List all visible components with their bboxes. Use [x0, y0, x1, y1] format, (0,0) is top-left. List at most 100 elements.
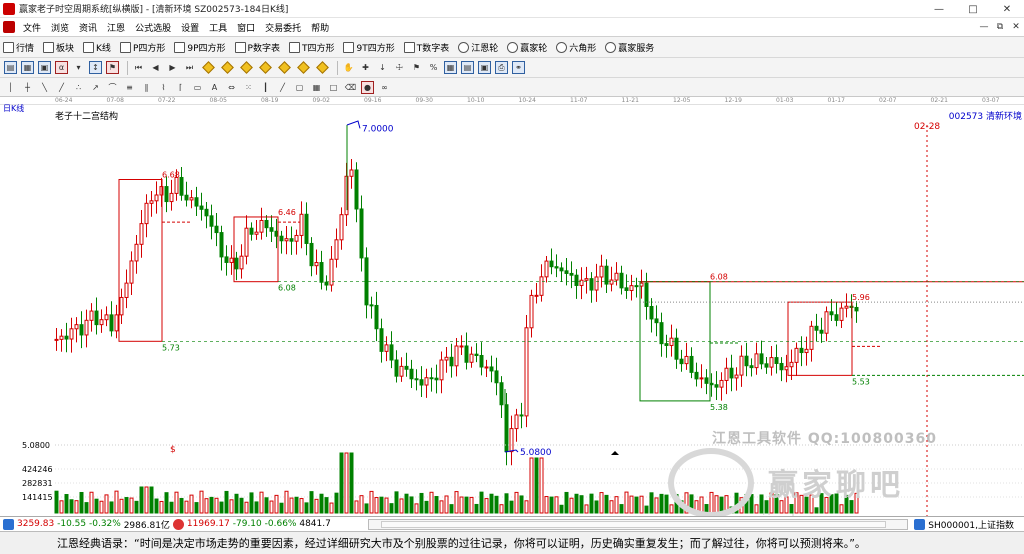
diamond-icon-1[interactable] [202, 61, 215, 74]
tool-kline[interactable]: K线 [80, 41, 111, 54]
menu-window[interactable]: 窗口 [232, 21, 260, 34]
mdi-close-button[interactable]: ✕ [1008, 20, 1024, 34]
tool-9p-square[interactable]: 9P四方形 [171, 41, 226, 54]
layout-icon[interactable]: ▤ [4, 61, 17, 74]
color-icon[interactable]: ● [361, 80, 374, 94]
first-icon[interactable]: ⏮ [132, 61, 145, 74]
tool-p-square[interactable]: P四方形 [117, 41, 165, 54]
diamond-icon-2[interactable] [221, 61, 234, 74]
menu-trade[interactable]: 交易委托 [260, 21, 306, 34]
volume-bar [544, 496, 549, 514]
mdi-restore-button[interactable]: ⧉ [992, 20, 1008, 34]
square-tool-icon[interactable]: □ [327, 81, 340, 94]
table-icon[interactable]: ▤ [461, 61, 474, 74]
tool-p-table[interactable]: P数字表 [232, 41, 280, 54]
sh-index-item[interactable]: 3259.83 -10.55 -0.32% 2986.81亿 [3, 518, 170, 531]
date-tick: 03-07 [982, 97, 1000, 104]
date-tick: 12-05 [673, 97, 691, 104]
box-icon[interactable]: ▭ [191, 81, 204, 94]
volume-bar [489, 493, 494, 514]
screen-icon[interactable]: ▣ [38, 61, 51, 74]
period-icon[interactable]: ┃ [259, 81, 272, 94]
parallel-icon[interactable]: ∥ [140, 81, 153, 94]
index-selector[interactable]: SH000001,上证指数 [914, 518, 1014, 531]
horizontal-scrollbar[interactable] [368, 519, 908, 530]
channel-icon[interactable]: ╲ [38, 81, 51, 94]
sz-index-item[interactable]: 11969.17 -79.10 -0.66% 4841.7 [172, 518, 331, 530]
tool-t-square[interactable]: T四方形 [286, 41, 334, 54]
close-button[interactable]: ✕ [990, 0, 1024, 18]
gann-box-icon[interactable]: ▢ [293, 81, 306, 94]
fan-icon[interactable]: ∴ [72, 81, 85, 94]
diamond-icon-5[interactable] [278, 61, 291, 74]
kline-style-icon[interactable]: ↕ [89, 61, 102, 74]
menu-info[interactable]: 资讯 [74, 21, 102, 34]
arc-icon[interactable]: ⌒ [106, 81, 119, 94]
flag-icon[interactable]: ⚑ [106, 61, 119, 74]
kline-chart[interactable]: 7.0000 5.0800 6.68 5.73 6.46 6.08 6.08 5.38 5.96… [0, 105, 1024, 516]
sz-index-value: 11969.17 [186, 519, 230, 529]
down-arrow-icon[interactable]: ↓ [376, 61, 389, 74]
volume-bar [314, 498, 319, 514]
volume-bar [604, 494, 609, 514]
menu-file[interactable]: 文件 [18, 21, 46, 34]
link-icon[interactable]: ⚭ [512, 61, 525, 74]
volume-bar [354, 500, 359, 514]
pin-icon[interactable]: ☩ [393, 61, 406, 74]
diamond-icon-4[interactable] [259, 61, 272, 74]
tool-gann-wheel[interactable]: 江恩轮 [455, 41, 498, 54]
next-icon[interactable]: ▶ [166, 61, 179, 74]
candle-body [54, 338, 59, 341]
hand-icon[interactable]: ✋ [342, 61, 355, 74]
diamond-icon-3[interactable] [240, 61, 253, 74]
menu-formula[interactable]: 公式选股 [130, 21, 176, 34]
volume-bar [289, 497, 294, 514]
zigzag-icon[interactable]: ⌇ [157, 81, 170, 94]
tag-icon[interactable]: ⚑ [410, 61, 423, 74]
save-icon[interactable]: ▣ [478, 61, 491, 74]
pattern-icon[interactable]: ▦ [21, 61, 34, 74]
ray-icon[interactable]: ↗ [89, 81, 102, 94]
calc-icon[interactable]: ▦ [444, 61, 457, 74]
crosshair-icon[interactable]: ✚ [359, 61, 372, 74]
menu-settings[interactable]: 设置 [176, 21, 204, 34]
dotted-icon[interactable]: ⁙ [242, 81, 255, 94]
menu-tools[interactable]: 工具 [204, 21, 232, 34]
menu-gann[interactable]: 江恩 [102, 21, 130, 34]
print-icon[interactable]: ⎙ [495, 61, 508, 74]
eraser-icon[interactable]: ⌫ [344, 81, 357, 94]
measure-icon[interactable]: ⇔ [225, 81, 238, 94]
tool-winner-wheel[interactable]: 赢家轮 [504, 41, 547, 54]
indicator-icon[interactable]: α [55, 61, 68, 74]
percent-icon[interactable]: % [427, 61, 440, 74]
tool-sector[interactable]: 板块 [40, 41, 74, 54]
last-icon[interactable]: ⏭ [183, 61, 196, 74]
mdi-minimize-button[interactable]: — [976, 20, 992, 34]
scrollbar-thumb[interactable] [381, 521, 886, 528]
prev-icon[interactable]: ◀ [149, 61, 162, 74]
fib-icon[interactable]: ≡ [123, 81, 136, 94]
minimize-button[interactable]: — [922, 0, 956, 18]
vertical-line-icon[interactable]: │ [4, 81, 17, 94]
tool-quote[interactable]: 行情 [0, 41, 34, 54]
candle-body [654, 318, 659, 324]
diamond-icon-7[interactable] [316, 61, 329, 74]
tool-hexagon[interactable]: 六角形 [553, 41, 596, 54]
bracket-icon[interactable]: ⌈ [174, 81, 187, 94]
grid-lines-icon[interactable]: ┼ [21, 81, 34, 94]
menu-browse[interactable]: 浏览 [46, 21, 74, 34]
maximize-button[interactable]: □ [956, 0, 990, 18]
line-tool-icon[interactable]: ╱ [55, 81, 68, 94]
select-arrow-icon[interactable]: ▾ [72, 61, 85, 74]
infinity-icon[interactable]: ∞ [378, 81, 391, 94]
tool-service[interactable]: 赢家服务 [602, 41, 654, 54]
text-icon[interactable]: A [208, 81, 221, 94]
candle-body [619, 272, 624, 289]
gann-grid-icon[interactable]: ▦ [310, 81, 323, 94]
volume-bar [589, 493, 594, 514]
gann-fan-icon[interactable]: ╱ [276, 81, 289, 94]
diamond-icon-6[interactable] [297, 61, 310, 74]
tool-9t-square[interactable]: 9T四方形 [340, 41, 395, 54]
menu-help[interactable]: 帮助 [306, 21, 334, 34]
tool-t-table[interactable]: T数字表 [401, 41, 449, 54]
